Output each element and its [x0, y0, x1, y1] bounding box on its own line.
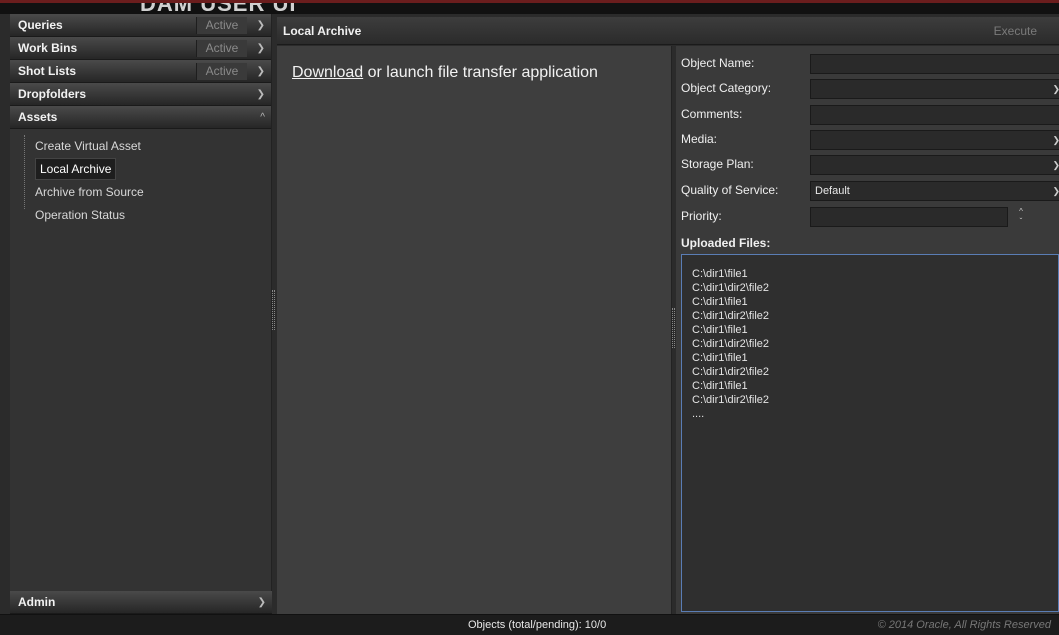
- sidebar-item-operation-status[interactable]: Operation Status: [10, 204, 271, 227]
- object-category-label: Object Category:: [681, 81, 772, 95]
- list-item: C:\dir1\file1: [692, 324, 748, 336]
- uploaded-files-list[interactable]: C:\dir1\file1 C:\dir1\dir2\file2 C:\dir1…: [681, 254, 1059, 612]
- form-row-storage-plan: Storage Plan: ❯: [681, 155, 1059, 175]
- storage-plan-select[interactable]: ❯: [810, 155, 1059, 175]
- sidebar-section-label: Work Bins: [18, 41, 78, 55]
- chevron-up-icon[interactable]: ^: [260, 106, 265, 129]
- comments-label: Comments:: [681, 107, 743, 121]
- qos-label: Quality of Service:: [681, 183, 779, 197]
- chevron-down-icon: ❯: [1052, 80, 1059, 98]
- list-item: C:\dir1\file1: [692, 296, 748, 308]
- list-item: C:\dir1\file1: [692, 352, 748, 364]
- chevron-down-icon[interactable]: ˇ: [1014, 217, 1028, 227]
- media-select[interactable]: ❯: [810, 130, 1059, 150]
- priority-input[interactable]: [810, 207, 1008, 227]
- chevron-up-icon[interactable]: ^: [1014, 207, 1028, 217]
- sidebar-section-dropfolders[interactable]: Dropfolders ❯: [10, 83, 271, 106]
- sidebar-section-work-bins[interactable]: Work Bins Active ❯: [10, 37, 271, 60]
- form-row-qos: Quality of Service: Default ❯: [681, 181, 1059, 201]
- chevron-down-icon[interactable]: ❯: [257, 83, 265, 106]
- qos-value: Default: [815, 185, 850, 197]
- sidebar-item-local-archive[interactable]: Local Archive: [10, 158, 271, 181]
- sidebar-section-label: Admin: [18, 595, 56, 609]
- status-bar: Objects (total/pending): 10/0 © 2014 Ora…: [0, 614, 1059, 635]
- media-label: Media:: [681, 132, 718, 146]
- form-row-object-name: Object Name:: [681, 54, 1059, 74]
- list-item: C:\dir1\dir2\file2: [692, 282, 770, 294]
- list-item: ....: [692, 408, 705, 420]
- list-item: C:\dir1\dir2\file2: [692, 366, 770, 378]
- list-item: C:\dir1\file1: [692, 380, 748, 392]
- sidebar-section-assets[interactable]: Assets ^: [10, 106, 271, 129]
- qos-select[interactable]: Default ❯: [810, 181, 1059, 201]
- copyright-text: © 2014 Oracle, All Rights Reserved: [877, 619, 1051, 631]
- execute-button[interactable]: Execute: [994, 24, 1037, 38]
- sidebar-item-label: Operation Status: [35, 208, 126, 222]
- page-title: Local Archive: [283, 24, 362, 38]
- sidebar-section-admin[interactable]: Admin ❯: [10, 591, 272, 614]
- archive-form: Object Name: Object Category: ❯ Comments…: [676, 46, 1059, 614]
- object-name-input[interactable]: [810, 54, 1059, 74]
- form-row-comments: Comments:: [681, 105, 1059, 125]
- active-badge[interactable]: Active: [196, 40, 247, 57]
- storage-plan-label: Storage Plan:: [681, 157, 754, 171]
- uploaded-files-label: Uploaded Files:: [681, 236, 771, 250]
- chevron-down-icon[interactable]: ❯: [257, 14, 265, 37]
- sidebar: Queries Active ❯ Work Bins Active ❯ Shot…: [10, 14, 272, 614]
- sidebar-item-label: Archive from Source: [35, 185, 144, 199]
- form-row-priority: Priority: ^ ˇ: [681, 207, 1059, 227]
- priority-stepper[interactable]: ^ ˇ: [1014, 207, 1028, 229]
- sidebar-section-label: Assets: [18, 110, 58, 124]
- sidebar-item-label: Local Archive: [35, 158, 117, 180]
- sidebar-item-label: Create Virtual Asset: [35, 139, 141, 153]
- form-row-object-category: Object Category: ❯: [681, 79, 1059, 99]
- download-link[interactable]: Download: [292, 64, 363, 81]
- assets-tree: Create Virtual Asset Local Archive Archi…: [10, 129, 271, 227]
- chevron-down-icon[interactable]: ❯: [257, 37, 265, 60]
- sidebar-section-label: Queries: [18, 18, 63, 32]
- transfer-pane: Download or launch file transfer applica…: [277, 46, 672, 614]
- sidebar-item-archive-from-source[interactable]: Archive from Source: [10, 181, 271, 204]
- sidebar-splitter-handle[interactable]: [272, 290, 275, 330]
- chevron-down-icon: ❯: [1052, 182, 1059, 200]
- chevron-down-icon[interactable]: ❯: [258, 591, 266, 614]
- objects-count: Objects (total/pending): 10/0: [468, 619, 607, 631]
- list-item: C:\dir1\dir2\file2: [692, 338, 770, 350]
- chevron-down-icon[interactable]: ❯: [257, 60, 265, 83]
- active-badge[interactable]: Active: [196, 63, 247, 80]
- list-item: C:\dir1\dir2\file2: [692, 310, 770, 322]
- object-name-label: Object Name:: [681, 56, 755, 70]
- form-row-media: Media: ❯: [681, 130, 1059, 150]
- chevron-down-icon: ❯: [1052, 156, 1059, 174]
- sidebar-section-queries[interactable]: Queries Active ❯: [10, 14, 271, 37]
- object-category-select[interactable]: ❯: [810, 79, 1059, 99]
- chevron-down-icon: ❯: [1052, 131, 1059, 149]
- list-item: C:\dir1\file1: [692, 268, 748, 280]
- download-text: or launch file transfer application: [363, 64, 598, 81]
- app-header: DAM USER UI: [0, 0, 1059, 14]
- download-line: Download or launch file transfer applica…: [292, 64, 598, 82]
- active-badge[interactable]: Active: [196, 17, 247, 34]
- priority-label: Priority:: [681, 209, 722, 223]
- app-title: DAM USER UI: [140, 0, 297, 14]
- sidebar-section-label: Shot Lists: [18, 64, 77, 78]
- sidebar-section-shot-lists[interactable]: Shot Lists Active ❯: [10, 60, 271, 83]
- sidebar-section-label: Dropfolders: [18, 87, 87, 101]
- list-item: C:\dir1\dir2\file2: [692, 394, 770, 406]
- pane-splitter-handle[interactable]: [672, 308, 675, 348]
- sidebar-item-create-virtual-asset[interactable]: Create Virtual Asset: [10, 135, 271, 158]
- main-title-bar: Local Archive Execute: [277, 17, 1059, 45]
- comments-input[interactable]: [810, 105, 1059, 125]
